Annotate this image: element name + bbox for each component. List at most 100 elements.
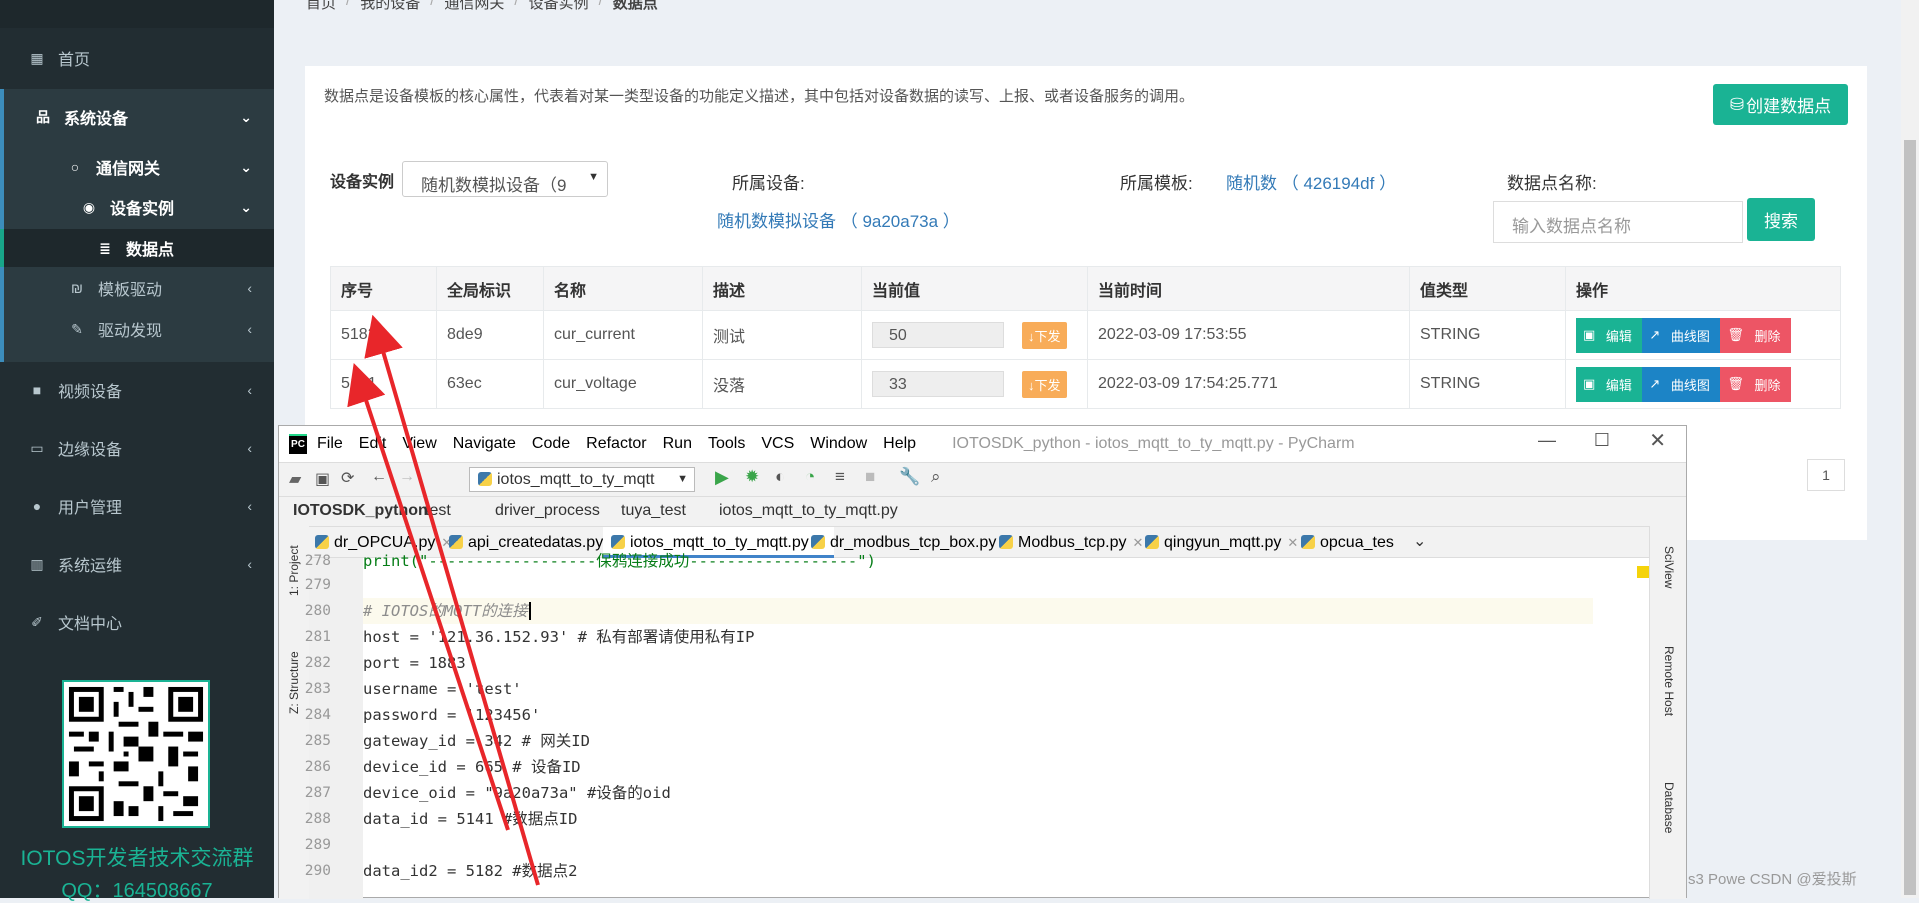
sidebar-item-label: 首页 [58, 52, 91, 69]
warning-indicator-icon[interactable] [1637, 566, 1649, 578]
minimize-icon[interactable]: — [1538, 430, 1556, 451]
code-line: 278 print("------------------保鸦连接成功------… [305, 548, 1593, 574]
tool-window-sciview[interactable]: SciView [1662, 546, 1676, 588]
sidebar-item-label: 模板驱动 [98, 282, 163, 299]
ide-window-title: IOTOSDK_python - iotos_mqtt_to_ty_mqtt.p… [952, 435, 1355, 452]
open-folder-icon[interactable]: ▰ [289, 469, 301, 489]
sidebar-item-template-driver[interactable]: ₪ 模板驱动 ‹ [0, 274, 274, 302]
sidebar-item-home[interactable]: ▦ 首页 [0, 44, 274, 72]
close-icon[interactable]: ✕ [1649, 428, 1666, 453]
edit-label: 编辑 [1605, 377, 1632, 393]
cell-name: cur_voltage [543, 359, 703, 409]
breadcrumb-item-my-devices[interactable]: 我的设备 [360, 0, 420, 13]
laptop-icon: ▭ [30, 439, 44, 456]
sidebar-item-edge-devices[interactable]: ▭ 边缘设备 ‹ [0, 434, 274, 462]
code-editor[interactable]: 278 print("------------------保鸦连接成功------… [305, 552, 1593, 899]
pagination-page-1[interactable]: 1 [1807, 459, 1845, 491]
search-button[interactable]: 搜索 [1747, 198, 1815, 241]
tool-window-database[interactable]: Database [1662, 782, 1676, 833]
chevron-left-icon: ‹ [247, 440, 252, 456]
menu-refactor[interactable]: Refactor [586, 435, 646, 453]
error-stripe[interactable] [1637, 566, 1649, 896]
cell-gid: 63ec [436, 359, 544, 409]
line-number: 282 [304, 655, 331, 671]
breadcrumb-item-device-instance[interactable]: 设备实例 [529, 0, 589, 13]
sidebar-item-driver-discovery[interactable]: ✎ 驱动发现 ‹ [0, 315, 274, 343]
edit-button[interactable]: ▣ 编辑 [1576, 317, 1642, 353]
delete-button[interactable]: 🗑 删除 [1720, 366, 1791, 402]
sidebar-item-label: 通信网关 [96, 161, 161, 178]
page-scrollbar[interactable] [1901, 0, 1919, 898]
owner-device-link[interactable]: 随机数模拟设备 （ 9a20a73a ） [717, 207, 960, 232]
cell-gid: 8de9 [436, 310, 544, 360]
search-icon[interactable]: ⌕ [931, 467, 941, 487]
chart-button[interactable]: ↗ 曲线图 [1642, 366, 1720, 402]
table-row: 5182 8de9 cur_current 测试 50 ↓下发 2022-03-0… [330, 310, 1841, 360]
create-datapoint-button[interactable]: ⛁ 创建数据点 [1713, 84, 1848, 125]
nav-item-file[interactable]: iotos_mqtt_to_ty_mqtt.py [719, 502, 898, 520]
code-line: 287 device_oid = "9a20a73a" #设备的oid [305, 780, 1593, 806]
value-input[interactable]: 50 [872, 322, 1004, 348]
code-line: 281 host = '121.36.152.93' # 私有部署请使用私有IP [305, 624, 1593, 650]
chevron-left-icon: ‹ [247, 498, 252, 514]
tool-window-remote-host[interactable]: Remote Host [1662, 646, 1676, 716]
code-text: password = '123456' [363, 706, 541, 724]
menu-code[interactable]: Code [532, 435, 570, 453]
sidebar-item-device-instance[interactable]: ◉ 设备实例 ⌄ [0, 193, 274, 221]
sidebar-item-system-ops[interactable]: ▥ 系统运维 ‹ [0, 550, 274, 578]
menu-file[interactable]: File [317, 435, 343, 453]
send-button[interactable]: ↓下发 [1022, 370, 1067, 398]
owner-template-link[interactable]: 随机数 （ 426194df ） [1226, 169, 1396, 194]
sidebar-item-user-management[interactable]: ● 用户管理 ‹ [0, 492, 274, 520]
device-instance-select[interactable]: 随机数模拟设备（9 ▼ [402, 161, 608, 197]
code-text: host = '121.36.152.93' # 私有部署请使用私有IP [363, 628, 755, 646]
user-icon: ● [32, 498, 42, 514]
scrollbar-thumb[interactable] [1904, 140, 1916, 895]
chart-button[interactable]: ↗ 曲线图 [1642, 317, 1720, 353]
menu-vcs[interactable]: VCS [761, 435, 794, 453]
delete-button[interactable]: 🗑 删除 [1720, 317, 1791, 353]
breadcrumb-item-home[interactable]: 首页 [306, 0, 336, 13]
python-file-icon [611, 535, 625, 549]
run-tests-icon[interactable]: ≡ [835, 467, 845, 487]
pycharm-logo-icon: PC [289, 434, 307, 454]
stop-icon[interactable]: ■ [865, 467, 875, 487]
sync-icon[interactable]: ⟳ [341, 468, 354, 488]
nav-item-driver-process[interactable]: driver_process [495, 502, 600, 520]
sidebar-item-docs[interactable]: ✐ 文档中心 [0, 608, 274, 636]
breadcrumb-item-gateway[interactable]: 通信网关 [444, 0, 504, 13]
menu-edit[interactable]: Edit [359, 435, 387, 453]
sidebar-item-datapoint[interactable]: ≣ 数据点 [0, 234, 274, 262]
menu-help[interactable]: Help [883, 435, 916, 453]
back-arrow-icon[interactable]: ← [371, 468, 387, 486]
sidebar-item-system-devices[interactable]: 品 系统设备 ⌄ [0, 103, 274, 131]
chevron-left-icon: ‹ [247, 556, 252, 572]
code-text: port = 1883 [363, 654, 466, 672]
qr-code-image [62, 680, 210, 828]
menu-view[interactable]: View [402, 435, 436, 453]
edit-button[interactable]: ▣ 编辑 [1576, 366, 1642, 402]
maximize-icon[interactable]: ☐ [1594, 430, 1610, 451]
wrench-icon[interactable]: 🔧 [899, 467, 920, 487]
delete-label: 删除 [1754, 377, 1781, 393]
menu-window[interactable]: Window [810, 435, 867, 453]
run-icon[interactable]: ▶ [715, 467, 729, 488]
sidebar-item-gateway[interactable]: ○ 通信网关 ⌄ [0, 153, 274, 181]
debug-icon[interactable]: ✹ [745, 467, 759, 487]
menu-run[interactable]: Run [663, 435, 692, 453]
save-icon[interactable]: ▣ [315, 469, 330, 489]
sidebar-item-video-devices[interactable]: ■ 视频设备 ‹ [0, 376, 274, 404]
nav-item-tuya-test[interactable]: tuya_test [621, 502, 686, 520]
profile-icon[interactable]: ◔ [805, 467, 815, 487]
send-button[interactable]: ↓下发 [1022, 321, 1067, 349]
datapoint-name-input[interactable]: 输入数据点名称 [1493, 201, 1743, 243]
menu-tools[interactable]: Tools [708, 435, 745, 453]
nav-item-project[interactable]: IOTOSDK_python [293, 502, 428, 520]
menu-navigate[interactable]: Navigate [453, 435, 516, 453]
value-input[interactable]: 33 [872, 371, 1004, 397]
run-config-select[interactable]: iotos_mqtt_to_ty_mqtt ▼ [469, 467, 695, 492]
nav-item-test[interactable]: test [425, 502, 451, 520]
coverage-icon[interactable]: ◐ [775, 467, 785, 487]
forward-arrow-icon[interactable]: → [399, 468, 415, 486]
line-number: 289 [304, 837, 331, 853]
